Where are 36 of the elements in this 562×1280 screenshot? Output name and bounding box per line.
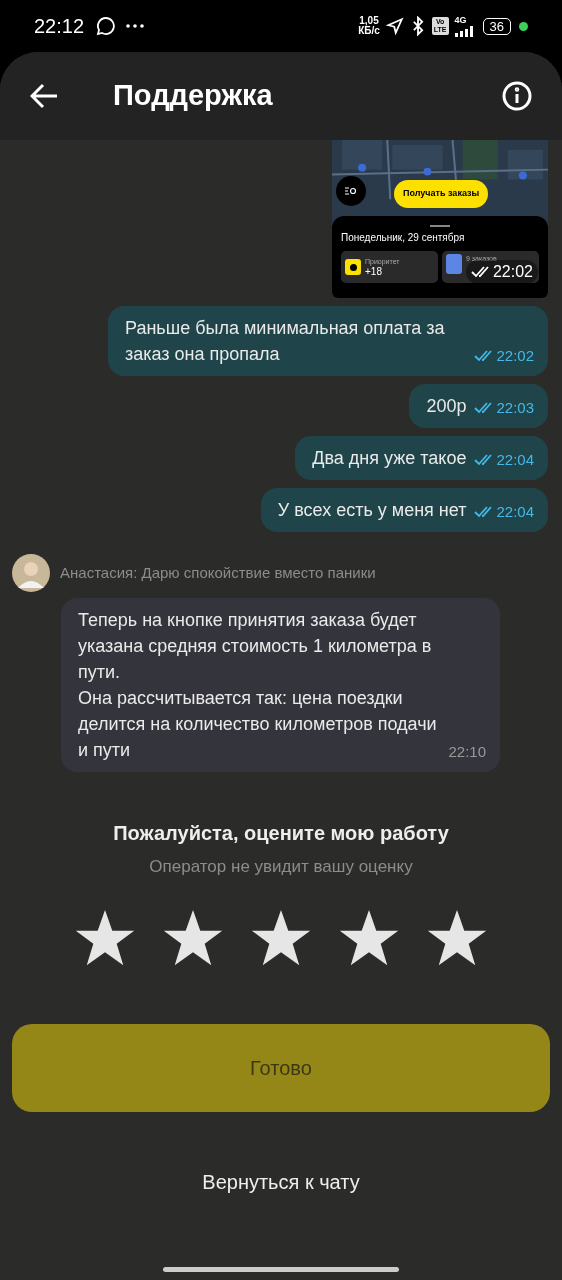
priority-icon xyxy=(345,259,361,275)
message-text: 200р xyxy=(426,395,467,418)
info-icon[interactable] xyxy=(502,81,532,111)
back-arrow-icon[interactable] xyxy=(30,83,58,109)
network-label: 4G xyxy=(454,15,467,25)
battery-icon: 36 xyxy=(482,17,511,35)
star-icon[interactable] xyxy=(427,909,487,966)
rating-title: Пожалуйста, оцените мою работу xyxy=(113,821,449,846)
date-label: Понедельник, 29 сентября xyxy=(341,231,466,245)
status-time: 22:12 xyxy=(34,14,85,39)
back-to-chat-link[interactable]: Вернуться к чату xyxy=(202,1166,360,1197)
star-icon[interactable] xyxy=(251,909,311,966)
more-icon xyxy=(126,24,145,28)
message-text: Два дня уже такое xyxy=(312,447,467,470)
message-time: 22:03 xyxy=(496,398,534,418)
priority-value: +18 xyxy=(365,267,383,277)
header-title: Поддержка xyxy=(113,78,273,114)
message-time: 22:04 xyxy=(496,502,534,522)
star-icon[interactable] xyxy=(163,909,223,966)
star-icon[interactable] xyxy=(75,909,135,966)
message-time: 22:10 xyxy=(448,742,486,762)
message-text: У всех есть у меня нет xyxy=(277,499,467,522)
message-time: 22:02 xyxy=(492,262,533,282)
chat-app-icon xyxy=(96,16,117,36)
sender-name: Анастасия: Дарю спокойствие вместо паники xyxy=(60,562,376,583)
get-orders-button[interactable]: Получать заказы xyxy=(394,180,489,208)
message-time: 22:02 xyxy=(496,346,534,366)
rating-subtitle: Оператор не увидит вашу оценку xyxy=(149,856,413,878)
message-text: Теперь на кнопке принятия заказа будет указана средняя стоимость 1 километра в пути. Она рассчитывается так: цена поездки делится на количество километров подачи и пути xyxy=(78,609,438,762)
message-text: Раньше была минимальная оплата за заказ она пропала xyxy=(125,317,446,366)
speed-unit: КБ/с xyxy=(358,26,380,36)
message-time: 22:04 xyxy=(496,450,534,470)
location-icon xyxy=(385,17,404,35)
speed-value: 1,05 xyxy=(359,16,379,26)
avatar xyxy=(12,554,50,592)
star-icon[interactable] xyxy=(339,909,399,966)
